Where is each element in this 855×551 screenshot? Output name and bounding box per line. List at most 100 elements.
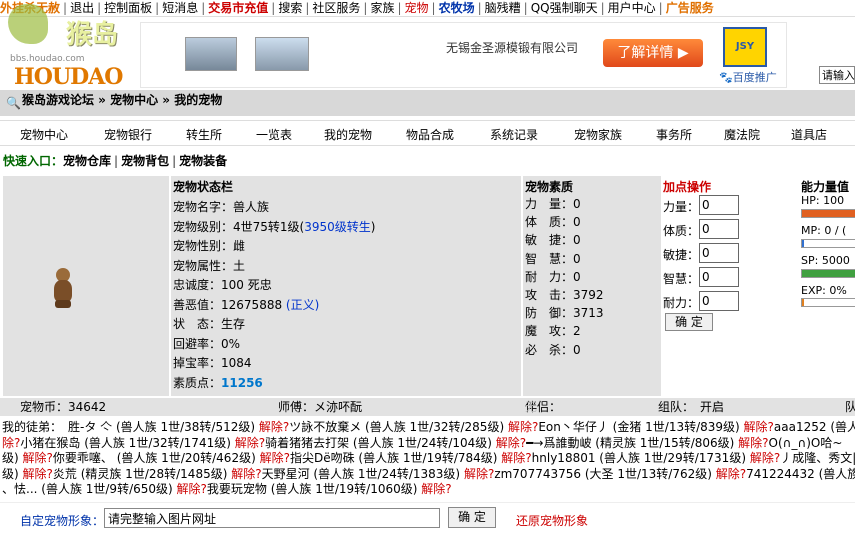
- topbar-link-6[interactable]: 社区服务: [312, 0, 360, 16]
- release-link[interactable]: 解除?: [716, 467, 746, 481]
- ad-banner[interactable]: 无锡金圣源模锻有限公司 了解详情 ▶ JSY 🐾百度推广: [140, 22, 787, 88]
- attribute-label: 智 慧：: [525, 251, 574, 266]
- quick-link-equipment[interactable]: 宠物装备: [179, 154, 227, 168]
- add-point-row: 智慧：: [663, 267, 739, 287]
- topbar-link-10[interactable]: 脑残糟: [485, 0, 521, 16]
- status-label: 宠物级别：: [173, 219, 234, 234]
- release-link[interactable]: 解除?: [259, 420, 289, 434]
- nav-item-8[interactable]: 事务所: [656, 126, 692, 143]
- attribute-value: 0: [573, 251, 581, 266]
- add-point-row: 敏捷：: [663, 243, 739, 263]
- release-link[interactable]: 解除?: [750, 451, 780, 465]
- nav-item-2[interactable]: 转生所: [186, 126, 222, 143]
- disciple-line: 除?小猪在猴岛 (兽人族 1世/32转/1741级) 解除?骑着猪猪去打架 (兽…: [2, 436, 855, 452]
- disciple-entry: 我的徒弟： 胜-タ 亽 (兽人族 1世/38转/512级): [2, 420, 259, 434]
- disciple-entry: 我要玩宠物 (兽人族 1世/19转/1060级): [206, 482, 422, 496]
- search-input[interactable]: [819, 66, 855, 84]
- add-point-input[interactable]: [699, 291, 739, 311]
- product-photo-2: [255, 37, 309, 71]
- nav-item-3[interactable]: 一览表: [256, 126, 292, 143]
- nav-item-10[interactable]: 道具店: [791, 126, 827, 143]
- status-label: 状 态：: [173, 317, 222, 331]
- topbar-link-13[interactable]: 广告服务: [666, 0, 714, 16]
- mp-bar-fill: [802, 240, 804, 247]
- topbar-link-3[interactable]: 短消息: [162, 0, 198, 16]
- status-extra[interactable]: 3950级转生: [304, 220, 371, 234]
- release-link[interactable]: 解除?: [496, 436, 526, 450]
- add-point-label: 智慧：: [663, 272, 700, 286]
- exp-bar: [801, 298, 855, 307]
- nav-item-9[interactable]: 魔法院: [724, 126, 760, 143]
- ad-more-button[interactable]: 了解详情 ▶: [603, 39, 703, 67]
- magnifier-icon: 🔍: [6, 96, 21, 110]
- release-link[interactable]: 解除?: [738, 436, 768, 450]
- nav-item-5[interactable]: 物品合成: [406, 126, 454, 143]
- release-link[interactable]: 解除?: [421, 482, 451, 496]
- topbar-separator: |: [155, 1, 160, 15]
- add-point-input[interactable]: [699, 219, 739, 239]
- restore-appearance-link[interactable]: 还原宠物形象: [516, 512, 588, 529]
- disciple-entry: 丿成隆、秀文|: [780, 451, 855, 465]
- attribute-row: 力 量：0: [525, 195, 581, 212]
- attribute-value: 0: [573, 342, 581, 357]
- disciple-entry: 指尖Dë吻硃 (兽人族 1世/19转/784级): [289, 451, 502, 465]
- attribute-label: 敏 捷：: [525, 233, 574, 248]
- attribute-label: 攻 击：: [525, 288, 574, 302]
- status-label: 掉宝率：: [173, 356, 222, 370]
- release-link[interactable]: 解除?: [235, 436, 265, 450]
- palm-tree-icon: [8, 4, 48, 44]
- topbar-link-12[interactable]: 用户中心: [608, 0, 656, 16]
- topbar-link-4[interactable]: 交易市充值: [208, 0, 268, 16]
- topbar-link-11[interactable]: QQ强制聊天: [531, 0, 598, 16]
- release-link[interactable]: 解除?: [177, 482, 207, 496]
- disciple-entry: zm707743756 (大圣 1世/13转/762级): [494, 466, 716, 481]
- status-row: 宠物名字：兽人族: [173, 198, 269, 215]
- status-value: 雌: [233, 239, 246, 253]
- release-link[interactable]: 解除?: [231, 467, 261, 481]
- release-link[interactable]: 解除?: [508, 420, 538, 434]
- topbar-link-8[interactable]: 宠物: [405, 0, 429, 16]
- attribute-label: 必 杀：: [525, 342, 574, 357]
- mp-bar: [801, 239, 855, 248]
- disciple-entry: 级): [2, 466, 23, 481]
- release-link[interactable]: 解除?: [744, 420, 774, 434]
- pet-team: 组队： 开启: [658, 400, 725, 414]
- add-points-confirm-button[interactable]: 确 定: [665, 313, 713, 331]
- quick-link-warehouse[interactable]: 宠物仓库: [63, 154, 111, 168]
- status-value: 12675888: [221, 297, 286, 312]
- nav-item-0[interactable]: 宠物中心: [20, 126, 68, 143]
- site-logo[interactable]: 猴岛 bbs.houdao.com HOUDAO: [8, 4, 133, 90]
- release-link[interactable]: 解除?: [464, 467, 494, 481]
- topbar-separator: |: [431, 1, 436, 15]
- sp-label: SP: 5000: [801, 254, 850, 267]
- custom-appearance-label: 自定宠物形象：: [20, 514, 105, 528]
- attribute-label: 魔 攻：: [525, 324, 574, 339]
- add-point-row: 体质：: [663, 219, 739, 239]
- nav-item-4[interactable]: 我的宠物: [324, 126, 372, 143]
- status-tail: ): [370, 219, 376, 234]
- image-url-input[interactable]: [104, 508, 440, 528]
- add-point-input[interactable]: [699, 243, 739, 263]
- release-link[interactable]: 解除?: [23, 451, 53, 465]
- nav-item-6[interactable]: 系统记录: [490, 126, 538, 143]
- release-link[interactable]: 解除?: [23, 467, 53, 481]
- paw-icon: 🐾: [719, 71, 733, 84]
- add-point-input[interactable]: [699, 267, 739, 287]
- topbar-link-7[interactable]: 家族: [370, 0, 394, 16]
- quick-link-backpack[interactable]: 宠物背包: [121, 154, 169, 168]
- release-link[interactable]: 除?: [2, 436, 20, 450]
- add-point-input[interactable]: [699, 195, 739, 215]
- attribute-row: 魔 攻：2: [525, 322, 581, 339]
- nav-item-7[interactable]: 宠物家族: [574, 126, 622, 143]
- status-extra: 11256: [221, 375, 263, 390]
- nav-item-1[interactable]: 宠物银行: [104, 126, 152, 143]
- release-link[interactable]: 解除?: [260, 451, 290, 465]
- breadcrumb-text[interactable]: 猴岛游戏论坛 » 宠物中心 » 我的宠物: [22, 93, 222, 107]
- pet-partner-value: 无: [525, 400, 538, 414]
- release-link[interactable]: 解除?: [501, 451, 531, 465]
- topbar-link-9[interactable]: 农牧场: [439, 0, 475, 16]
- topbar-link-5[interactable]: 搜索: [278, 0, 302, 16]
- custom-confirm-button[interactable]: 确 定: [448, 507, 496, 528]
- sp-bar: [801, 269, 855, 278]
- status-row: 善恶值：12675888 (正义): [173, 296, 319, 313]
